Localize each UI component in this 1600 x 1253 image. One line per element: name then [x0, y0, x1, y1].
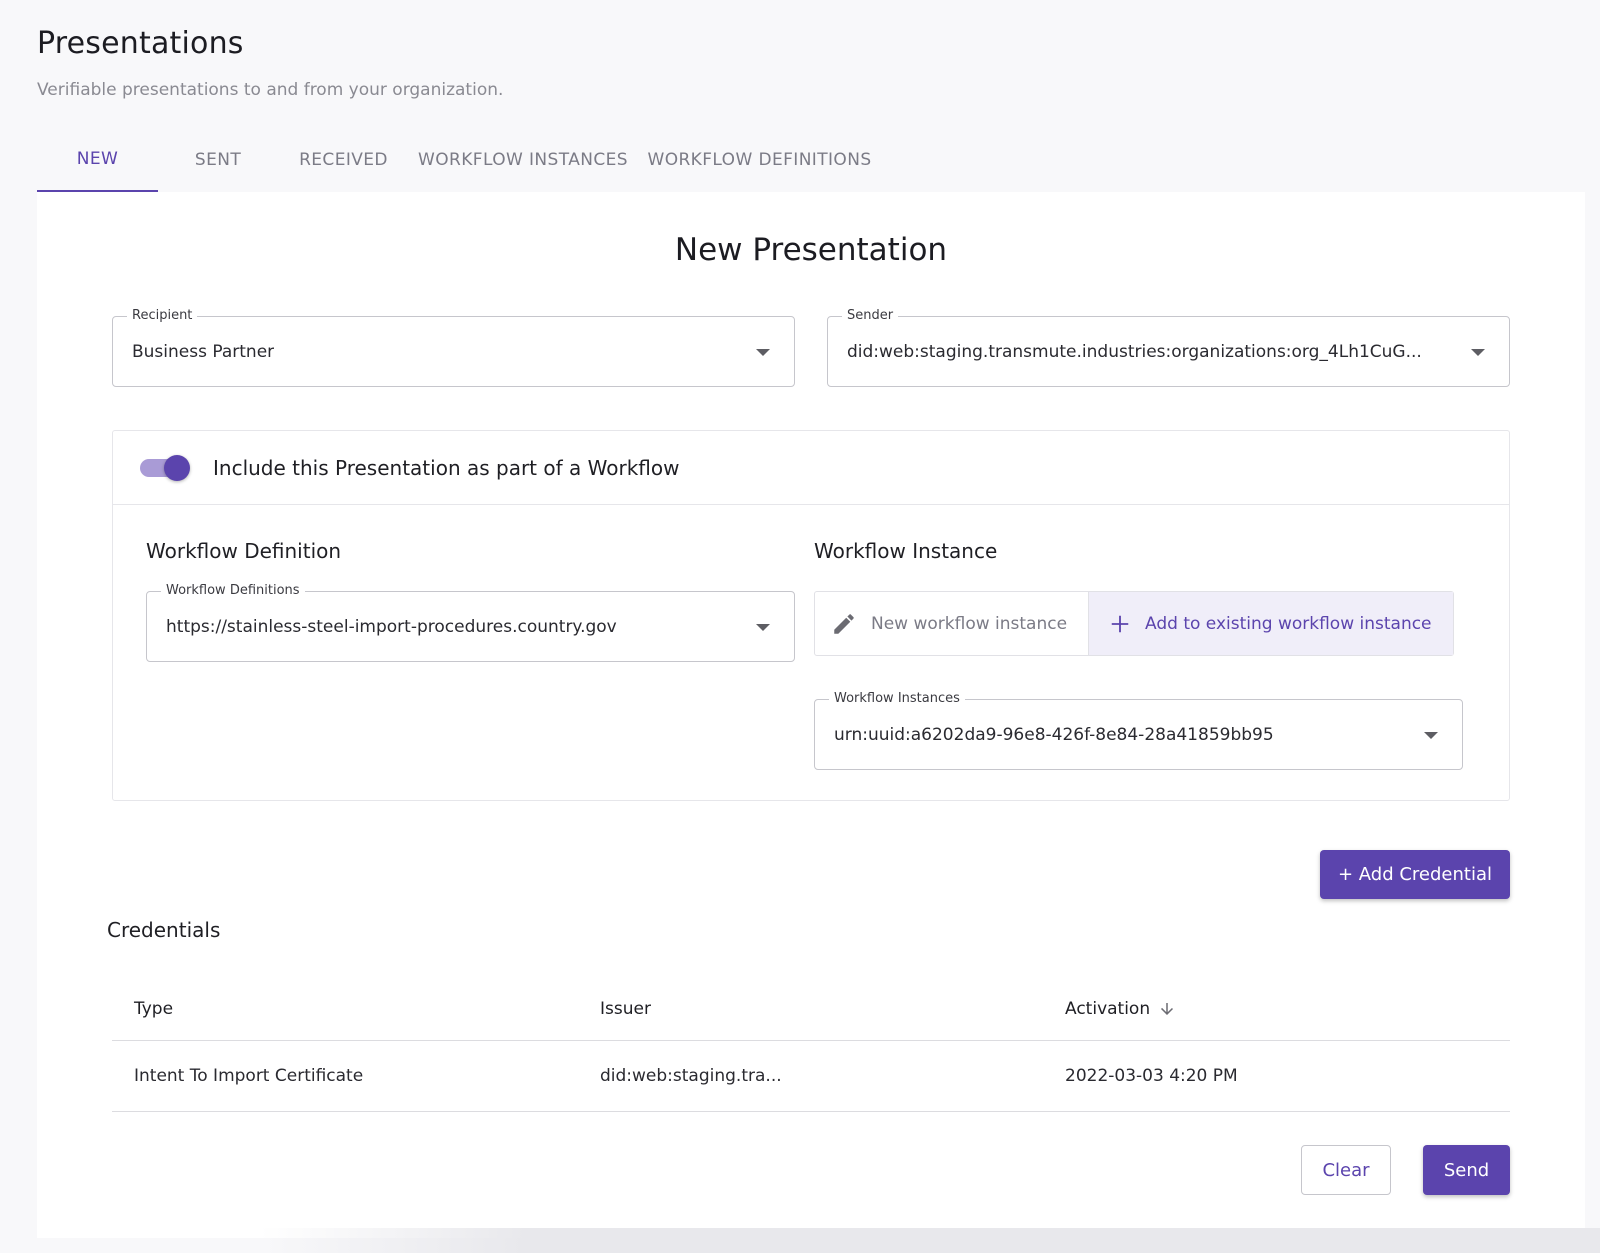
new-workflow-instance-button[interactable]: New workflow instance	[815, 592, 1089, 655]
recipient-select[interactable]: Recipient Business Partner	[112, 307, 795, 387]
add-existing-workflow-instance-button[interactable]: Add to existing workflow instance	[1089, 592, 1453, 655]
chevron-down-icon	[756, 623, 770, 631]
form-title: New Presentation	[674, 232, 948, 268]
workflow-instances-select[interactable]: Workflow Instances urn:uuid:a6202da9-96e…	[814, 690, 1463, 770]
tab-workflow-definitions[interactable]: WORKFLOW DEFINITIONS	[637, 128, 882, 192]
chevron-down-icon	[1471, 348, 1485, 356]
credential-activation: 2022-03-03 4:20 PM	[1065, 1066, 1238, 1086]
clear-button[interactable]: Clear	[1301, 1145, 1391, 1195]
table-row[interactable]: Intent To Import Certificate did:web:sta…	[112, 1041, 1510, 1112]
plus-icon	[1111, 615, 1129, 632]
workflow-toggle[interactable]	[140, 455, 192, 481]
table-header: Type Issuer Activation	[112, 978, 1510, 1041]
recipient-value: Business Partner	[132, 341, 275, 362]
pencil-icon	[834, 613, 854, 634]
workflow-instances-value: urn:uuid:a6202da9-96e8-426f-8e84-28a4185…	[834, 724, 1274, 745]
credentials-title: Credentials	[107, 918, 221, 942]
arrow-down-icon	[1161, 1003, 1174, 1015]
chevron-down-icon	[1424, 731, 1438, 739]
add-credential-button[interactable]: + Add Credential	[1320, 850, 1510, 899]
page-title: Presentations	[37, 26, 244, 61]
workflow-toggle-label: Include this Presentation as part of a W…	[213, 456, 680, 480]
add-existing-workflow-instance-label: Add to existing workflow instance	[1145, 613, 1432, 634]
new-workflow-instance-label: New workflow instance	[871, 613, 1068, 634]
column-header-issuer[interactable]: Issuer	[600, 978, 651, 1040]
sender-value: did:web:staging.transmute.industries:org…	[847, 341, 1422, 362]
workflow-instance-mode: New workflow instance Add to existing wo…	[814, 591, 1454, 656]
workflow-panel: Include this Presentation as part of a W…	[112, 430, 1510, 801]
workflow-definitions-value: https://stainless-steel-import-procedure…	[166, 616, 617, 637]
send-button[interactable]: Send	[1423, 1145, 1510, 1195]
column-header-activation[interactable]: Activation	[1065, 978, 1176, 1040]
credential-issuer: did:web:staging.tra...	[600, 1066, 782, 1086]
activation-header-label: Activation	[1065, 999, 1151, 1019]
workflow-definitions-select[interactable]: Workflow Definitions https://stainless-s…	[146, 582, 795, 662]
sender-select[interactable]: Sender did:web:staging.transmute.industr…	[827, 307, 1510, 387]
tab-workflow-instances[interactable]: WORKFLOW INSTANCES	[409, 128, 637, 192]
workflow-instance-title: Workflow Instance	[814, 539, 998, 563]
bottom-scroll-shadow	[260, 1228, 1600, 1253]
page-subtitle: Verifiable presentations to and from you…	[37, 80, 504, 100]
workflow-panel-header: Include this Presentation as part of a W…	[113, 431, 1509, 505]
chevron-down-icon	[756, 348, 770, 356]
workflow-definition-title: Workflow Definition	[146, 539, 342, 563]
column-header-type[interactable]: Type	[134, 978, 173, 1040]
tab-sent[interactable]: SENT	[158, 128, 278, 192]
tab-received[interactable]: RECEIVED	[278, 128, 409, 192]
credential-type: Intent To Import Certificate	[134, 1066, 364, 1086]
tab-bar: NEW SENT RECEIVED WORKFLOW INSTANCES WOR…	[37, 128, 882, 192]
toggle-thumb	[164, 455, 190, 481]
tab-new[interactable]: NEW	[37, 128, 158, 192]
